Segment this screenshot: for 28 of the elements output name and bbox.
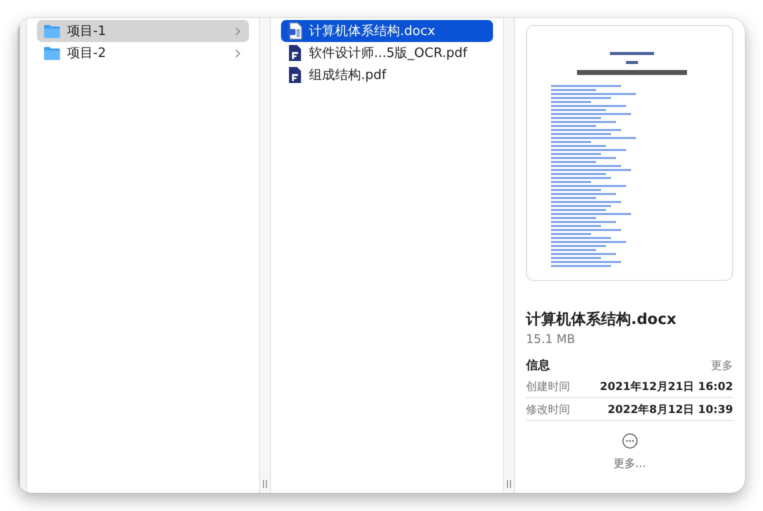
pdf-document-icon bbox=[287, 44, 303, 62]
file-size: 15.1 MB bbox=[526, 332, 576, 346]
file-name: 项目-2 bbox=[67, 45, 107, 62]
chevron-right-icon bbox=[235, 26, 241, 36]
file-name: 软件设计师...5版_OCR.pdf bbox=[309, 45, 468, 62]
info-value: 2022年8月12日 10:39 bbox=[608, 402, 733, 416]
preview-file-name: 计算机体系结构.docx bbox=[526, 310, 678, 329]
file-list-item[interactable]: 软件设计师...5版_OCR.pdf bbox=[281, 42, 493, 64]
chevron-right-icon bbox=[235, 48, 241, 58]
column-resize-handle[interactable] bbox=[259, 18, 271, 493]
folder-icon bbox=[43, 24, 61, 38]
info-label: 创建时间 bbox=[526, 378, 570, 394]
file-list-item[interactable]: 计算机体系结构.docx bbox=[281, 20, 493, 42]
more-button[interactable]: 更多... bbox=[613, 433, 646, 471]
info-value: 2021年12月21日 16:02 bbox=[600, 378, 733, 394]
info-label: 修改时间 bbox=[526, 402, 570, 416]
column-resize-handle[interactable] bbox=[503, 18, 515, 493]
word-document-icon bbox=[287, 22, 303, 40]
file-name: 组成结构.pdf bbox=[309, 67, 388, 84]
ellipsis-circle-icon bbox=[622, 433, 638, 449]
file-name: 计算机体系结构.docx bbox=[309, 23, 436, 40]
file-list-item[interactable]: 组成结构.pdf bbox=[281, 64, 493, 86]
info-heading: 信息 bbox=[526, 356, 550, 374]
file-name: 项目-1 bbox=[67, 23, 107, 40]
folder-icon bbox=[43, 46, 61, 60]
file-list-item[interactable]: 项目-2 bbox=[37, 42, 249, 64]
more-link[interactable]: 更多 bbox=[711, 358, 733, 372]
pdf-document-icon bbox=[287, 66, 303, 84]
